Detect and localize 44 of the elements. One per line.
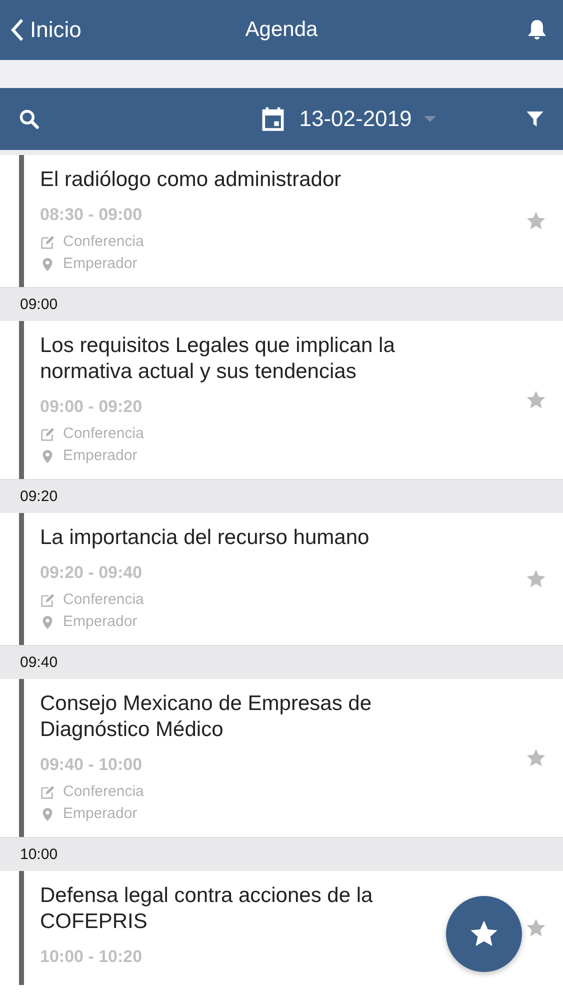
session-time: 09:00 - 09:20 bbox=[40, 397, 142, 417]
session-title: Los requisitos Legales que implican la normativa actual y sus tendencias bbox=[40, 333, 396, 385]
time-header-label: 10:00 bbox=[20, 846, 58, 863]
session-title: Defensa legal contra acciones de la COFEPRIS bbox=[40, 883, 374, 935]
session-time: 08:30 - 09:00 bbox=[40, 205, 142, 225]
time-header-label: 09:40 bbox=[20, 654, 58, 671]
session-type: Conferencia bbox=[63, 590, 144, 610]
favorite-star-icon[interactable] bbox=[525, 747, 547, 769]
session-location: Emperador bbox=[63, 612, 138, 632]
favorite-star-icon[interactable] bbox=[525, 568, 547, 590]
session-location: Emperador bbox=[63, 254, 138, 274]
edit-icon bbox=[40, 592, 55, 608]
location-pin-icon bbox=[40, 806, 55, 822]
session-time: 10:00 - 10:20 bbox=[40, 947, 142, 967]
edit-icon bbox=[40, 426, 55, 442]
back-button[interactable]: Inicio bbox=[10, 17, 82, 43]
session-title: Consejo Mexicano de Empresas de Diagnóstico Médico bbox=[40, 691, 373, 743]
page-title: Agenda bbox=[245, 18, 318, 42]
location-pin-icon bbox=[40, 256, 55, 272]
time-header-label: 09:20 bbox=[20, 488, 58, 505]
edit-icon bbox=[40, 784, 55, 800]
session-location: Emperador bbox=[63, 804, 138, 824]
notification-bell-icon[interactable] bbox=[525, 18, 549, 42]
favorite-star-icon[interactable] bbox=[525, 917, 547, 939]
favorites-fab[interactable] bbox=[446, 896, 522, 972]
location-pin-icon bbox=[40, 448, 55, 464]
location-pin-icon bbox=[40, 614, 55, 630]
session-type: Conferencia bbox=[63, 232, 144, 252]
filter-icon[interactable] bbox=[524, 109, 545, 129]
session-title: La importancia del recurso humano bbox=[40, 525, 370, 551]
session-time: 09:40 - 10:00 bbox=[40, 755, 142, 775]
back-chevron-icon bbox=[10, 18, 24, 42]
session-type: Conferencia bbox=[63, 424, 144, 444]
session-title: El radiólogo como administrador bbox=[40, 167, 342, 193]
favorite-star-icon[interactable] bbox=[525, 389, 547, 411]
session-location: Emperador bbox=[63, 446, 138, 466]
time-header-label: 09:00 bbox=[20, 296, 58, 313]
edit-icon bbox=[40, 234, 55, 250]
favorite-star-icon[interactable] bbox=[525, 210, 547, 232]
search-icon[interactable] bbox=[18, 108, 40, 130]
dropdown-caret-icon[interactable] bbox=[424, 115, 436, 123]
session-time: 09:20 - 09:40 bbox=[40, 563, 142, 583]
session-type: Conferencia bbox=[63, 782, 144, 802]
date-selector[interactable]: 13-02-2019 bbox=[299, 106, 412, 132]
